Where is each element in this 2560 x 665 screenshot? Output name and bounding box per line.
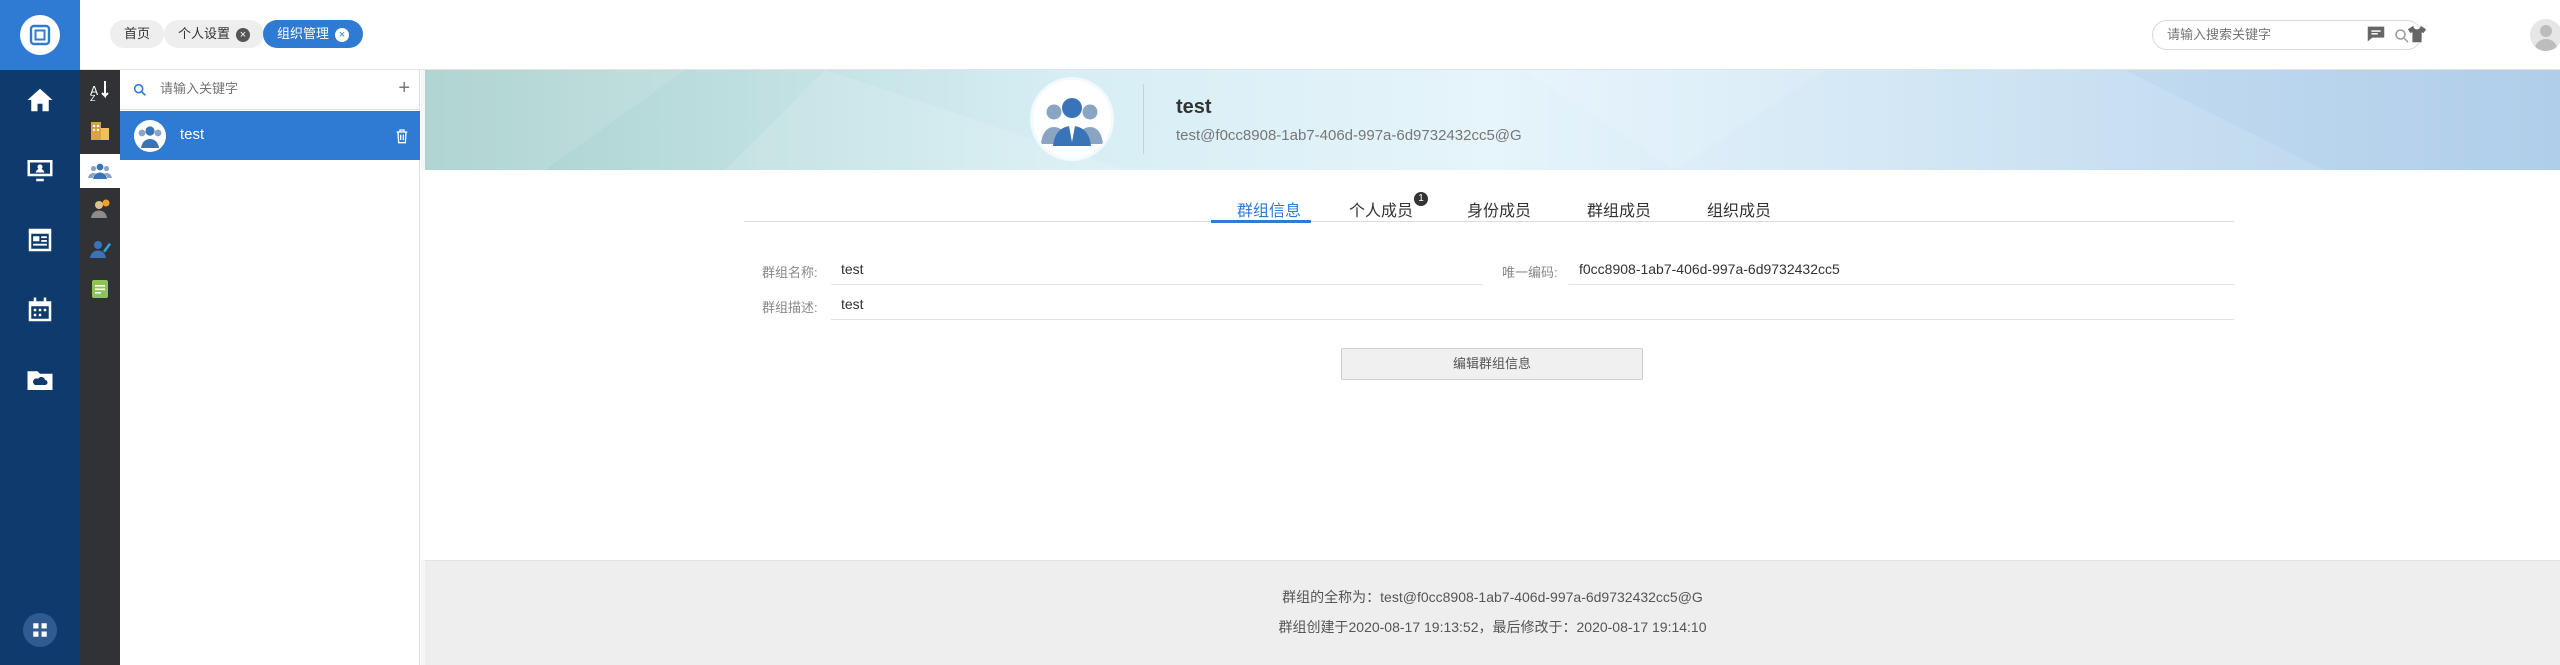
tab-identity-members[interactable]: 身份成员	[1467, 197, 1531, 221]
message-icon[interactable]	[2365, 23, 2387, 45]
role-icon[interactable]	[85, 194, 115, 224]
group-avatar	[1033, 80, 1111, 158]
building-icon[interactable]	[85, 115, 115, 145]
cloud-folder-icon[interactable]	[20, 360, 60, 400]
group-detail: 群组信息 个人成员 1 身份成员 群组成员 组织成员 群组名称: test 唯一…	[421, 170, 2560, 560]
module-sidebar: AZ	[80, 70, 120, 665]
list-item[interactable]: test	[120, 111, 420, 160]
close-icon[interactable]: ×	[236, 27, 251, 42]
avatar[interactable]	[2530, 19, 2560, 51]
divider	[1569, 284, 2234, 285]
group-banner: test test@f0cc8908-1ab7-406d-997a-6d9732…	[425, 70, 2560, 170]
left-nav-rail	[0, 0, 80, 665]
tab-home-label: 首页	[124, 26, 151, 41]
monitor-user-icon[interactable]	[20, 150, 60, 190]
tree-search: +	[120, 70, 420, 110]
divider	[831, 284, 1483, 285]
delete-icon[interactable]	[394, 127, 410, 145]
skin-icon[interactable]	[2406, 23, 2428, 45]
tab-org-management-label: 组织管理	[277, 26, 330, 41]
app-logo-icon[interactable]	[20, 15, 60, 55]
add-group-button[interactable]: +	[398, 78, 410, 98]
sort-icon[interactable]: AZ	[85, 75, 115, 105]
tab-group-info[interactable]: 群组信息	[1237, 197, 1301, 221]
divider	[831, 319, 2234, 320]
group-avatar	[134, 120, 166, 152]
group-icon[interactable]	[80, 154, 120, 188]
tree-search-input[interactable]	[160, 81, 380, 96]
main-content: test test@f0cc8908-1ab7-406d-997a-6d9732…	[421, 70, 2560, 665]
search-icon	[133, 83, 146, 96]
svg-text:Z: Z	[90, 94, 96, 102]
banner-pattern	[425, 70, 2560, 170]
group-name-value: test	[841, 261, 864, 277]
group-fullname: 群组的全称为：test@f0cc8908-1ab7-406d-997a-6d97…	[1282, 589, 1703, 605]
content-tabs: 群组信息 个人成员 1 身份成员 群组成员 组织成员	[744, 192, 2234, 223]
apps-grid-icon[interactable]	[23, 613, 57, 647]
group-desc-label: 群组描述:	[762, 300, 818, 315]
top-bar: 首页 个人设置× 组织管理× xadmin	[80, 0, 2560, 70]
tab-home[interactable]: 首页	[110, 20, 165, 48]
group-name-label: 群组名称:	[762, 265, 818, 280]
global-search-input[interactable]	[2167, 27, 2387, 42]
tab-person-members[interactable]: 个人成员	[1349, 197, 1413, 221]
group-name: test	[180, 126, 205, 143]
group-title: test	[1176, 96, 1212, 118]
tab-group-members[interactable]: 群组成员	[1587, 197, 1651, 221]
tab-personal-settings-label: 个人设置	[178, 26, 231, 41]
banner-divider	[1143, 84, 1144, 154]
calendar-icon[interactable]	[20, 290, 60, 330]
group-footer: 群组的全称为：test@f0cc8908-1ab7-406d-997a-6d97…	[425, 560, 2560, 665]
member-count-badge: 1	[1414, 192, 1428, 206]
tab-org-management[interactable]: 组织管理 ×	[263, 20, 364, 48]
dashboard-icon[interactable]	[20, 220, 60, 260]
home-icon[interactable]	[20, 80, 60, 120]
unique-code-value: f0cc8908-1ab7-406d-997a-6d9732432cc5	[1579, 261, 1840, 277]
tab-org-members[interactable]: 组织成员	[1707, 197, 1771, 221]
document-icon[interactable]	[85, 274, 115, 304]
close-icon[interactable]: ×	[335, 27, 350, 42]
group-timestamps: 群组创建于2020-08-17 19:13:52，最后修改于：2020-08-1…	[1278, 619, 1707, 635]
app-logo-area[interactable]	[0, 0, 80, 70]
identity-icon[interactable]	[85, 234, 115, 264]
group-email: test@f0cc8908-1ab7-406d-997a-6d9732432cc…	[1176, 127, 1522, 144]
tab-personal-settings[interactable]: 个人设置 ×	[164, 20, 265, 48]
group-tree-panel: + test	[120, 70, 420, 665]
group-desc-value: test	[841, 296, 864, 312]
edit-group-button[interactable]: 编辑群组信息	[1341, 348, 1643, 380]
unique-code-label: 唯一编码:	[1502, 265, 1558, 280]
active-tab-indicator	[1211, 220, 1311, 223]
